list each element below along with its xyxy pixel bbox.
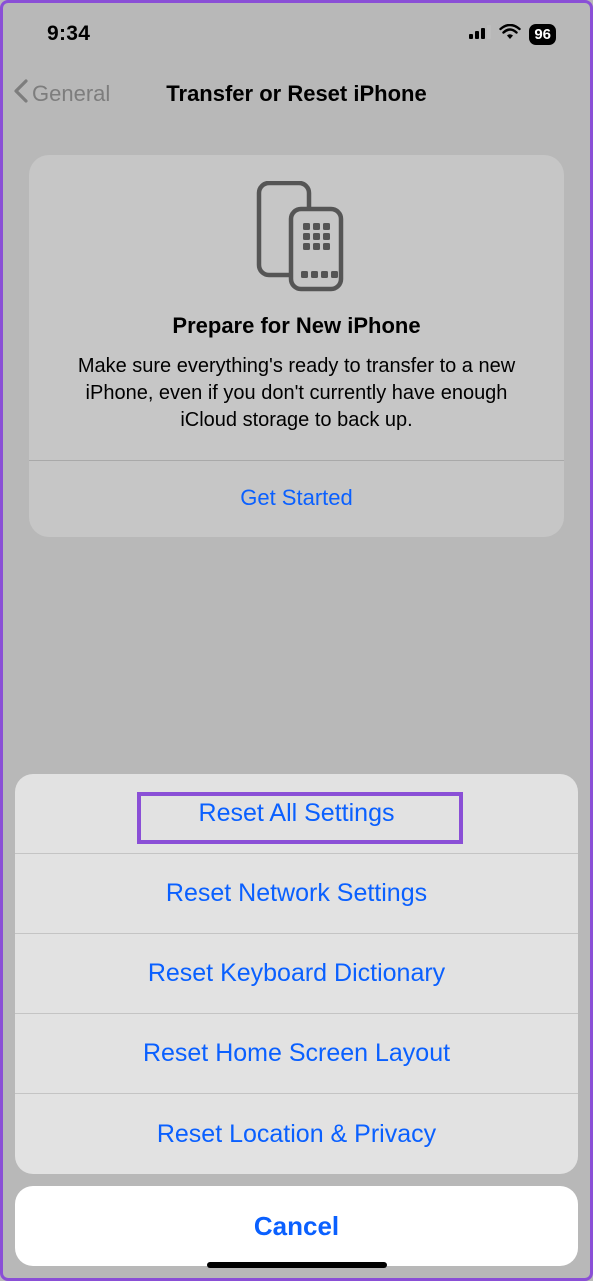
devices-icon (51, 181, 542, 293)
option-label: Reset All Settings (199, 799, 395, 828)
status-time: 9:34 (47, 22, 90, 46)
reset-keyboard-dictionary-option[interactable]: Reset Keyboard Dictionary (15, 934, 578, 1014)
prepare-card: Prepare for New iPhone Make sure everyth… (29, 155, 564, 537)
battery-icon: 96 (529, 24, 556, 45)
cancel-label: Cancel (254, 1211, 339, 1242)
status-bar: 9:34 96 (3, 3, 590, 65)
nav-bar: General Transfer or Reset iPhone (3, 65, 590, 123)
reset-home-screen-layout-option[interactable]: Reset Home Screen Layout (15, 1014, 578, 1094)
get-started-button[interactable]: Get Started (51, 461, 542, 537)
cancel-button[interactable]: Cancel (15, 1186, 578, 1266)
reset-location-privacy-option[interactable]: Reset Location & Privacy (15, 1094, 578, 1174)
option-label: Reset Keyboard Dictionary (148, 959, 445, 988)
option-label: Reset Location & Privacy (157, 1120, 436, 1149)
status-indicators: 96 (469, 24, 556, 45)
home-indicator[interactable] (207, 1262, 387, 1268)
back-button[interactable]: General (32, 81, 110, 107)
card-title: Prepare for New iPhone (51, 313, 542, 339)
action-sheet-container: Reset All Settings Reset Network Setting… (15, 774, 578, 1266)
reset-network-settings-option[interactable]: Reset Network Settings (15, 854, 578, 934)
wifi-icon (499, 24, 521, 45)
back-chevron-icon[interactable] (13, 79, 29, 109)
option-label: Reset Network Settings (166, 879, 427, 908)
option-label: Reset Home Screen Layout (143, 1039, 450, 1068)
card-description: Make sure everything's ready to transfer… (51, 353, 542, 460)
cellular-icon (469, 25, 491, 44)
reset-all-settings-option[interactable]: Reset All Settings (15, 774, 578, 854)
reset-action-sheet: Reset All Settings Reset Network Setting… (15, 774, 578, 1174)
